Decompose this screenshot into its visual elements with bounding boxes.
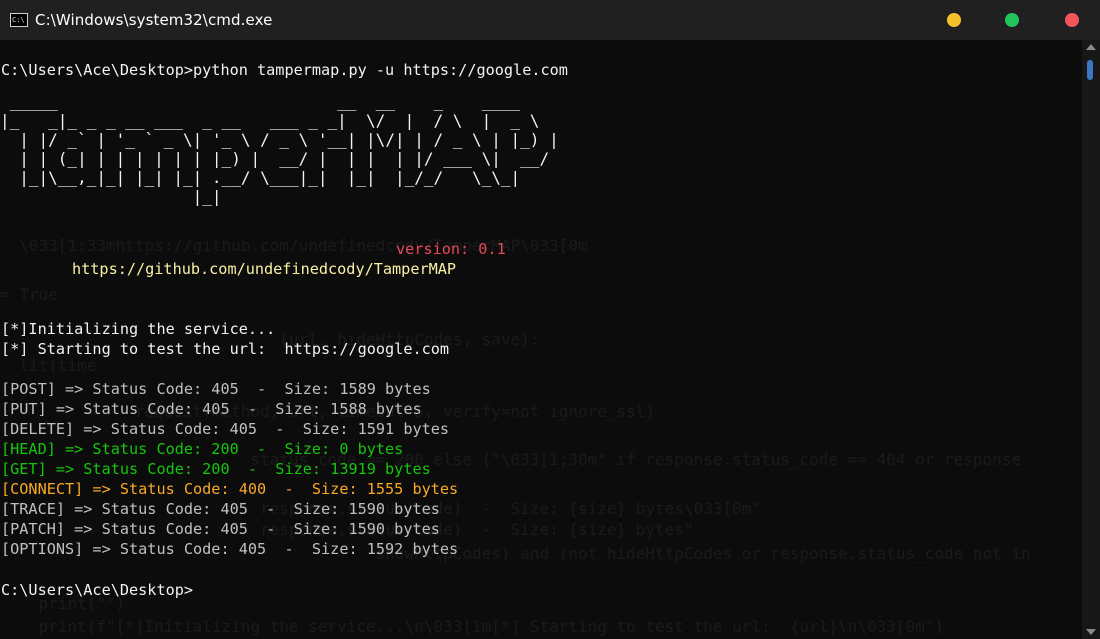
result-line-put: [PUT] => Status Code: 405 - Size: 1588 b…: [1, 400, 422, 418]
result-line-post: [POST] => Status Code: 405 - Size: 1589 …: [1, 380, 431, 398]
repo-url: https://github.com/undefinedcody/TamperM…: [72, 260, 457, 278]
result-line-delete: [DELETE] => Status Code: 405 - Size: 159…: [1, 420, 450, 438]
result-line-head: [HEAD] => Status Code: 200 - Size: 0 byt…: [1, 440, 404, 458]
vertical-scrollbar[interactable]: [1082, 40, 1100, 639]
command-line: C:\Users\Ace\Desktop>python tampermap.py…: [1, 61, 568, 79]
command-prompt[interactable]: C:\Users\Ace\Desktop>: [1, 580, 193, 600]
maximize-button[interactable]: [1005, 13, 1019, 27]
result-line-connect: [CONNECT] => Status Code: 400 - Size: 15…: [1, 480, 459, 498]
result-line-trace: [TRACE] => Status Code: 405 - Size: 1590…: [1, 500, 440, 518]
title-bar[interactable]: C:\ C:\Windows\system32\cmd.exe: [0, 0, 1100, 40]
ghost-line: = True: [0, 285, 58, 304]
start-message: [*] Starting to test the url: https://go…: [1, 340, 450, 358]
version-label: version: 0.1: [396, 240, 506, 258]
scroll-down-arrow-icon[interactable]: [1086, 629, 1096, 635]
minimize-button[interactable]: [947, 13, 961, 27]
banner-line: |_|\__,_|_| |_| |_| .__/ \___|_| |_| |_/…: [0, 168, 521, 187]
banner-line: | |/ _` | '_ ` _ \| '_ \ / _ \ '__| |\/|…: [0, 130, 559, 149]
console-icon: C:\: [10, 13, 28, 27]
banner-line: _____ __ __ _ ____: [0, 92, 521, 111]
ghost-line: lit(time: [0, 356, 97, 375]
tampermap-banner: _____ __ __ _ ____ |_ _|_ _ _ __ ___ _ _…: [0, 92, 559, 206]
banner-line: | | (_| | | | | | | |_) | __/ | | | | |/…: [0, 149, 550, 168]
ghost-line: print(f"[*]Initializing the service...\n…: [0, 617, 945, 636]
banner-line: |_ _|_ _ _ __ ___ _ __ ___ _ _| \/ | / \…: [0, 111, 540, 130]
window-title: C:\Windows\system32\cmd.exe: [35, 11, 273, 29]
init-message: [*]Initializing the service...: [1, 320, 276, 338]
scrollbar-thumb[interactable]: [1087, 60, 1093, 80]
scroll-up-arrow-icon[interactable]: [1086, 44, 1096, 50]
close-button[interactable]: [1065, 13, 1079, 27]
terminal-output[interactable]: \033[1;33mhttps://github.com/undefinedco…: [0, 40, 1082, 639]
result-line-patch: [PATCH] => Status Code: 405 - Size: 1590…: [1, 520, 440, 538]
result-line-get: [GET] => Status Code: 200 - Size: 13919 …: [1, 460, 431, 478]
banner-line: |_|: [0, 187, 222, 206]
result-line-options: [OPTIONS] => Status Code: 405 - Size: 15…: [1, 540, 459, 558]
